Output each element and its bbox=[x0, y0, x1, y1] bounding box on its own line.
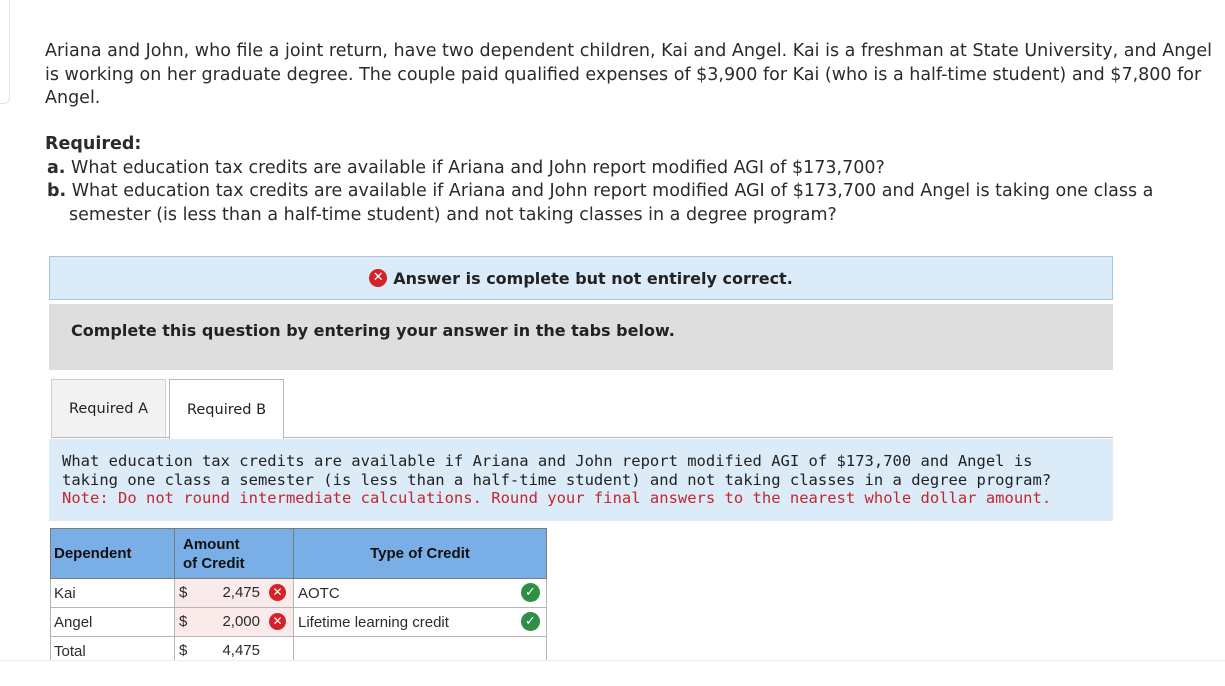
x-circle-icon: ✕ bbox=[369, 269, 388, 287]
question-text: What education tax credits are available… bbox=[62, 452, 1052, 489]
credits-table: Dependent Amount of Credit Type of Credit… bbox=[50, 528, 547, 666]
instructions-text: Complete this question by entering your … bbox=[71, 321, 675, 340]
tab-required-a-label: Required A bbox=[68, 400, 149, 417]
dependent-cell-angel: Angel bbox=[50, 607, 175, 637]
question-note: Note: Do not round intermediate calculat… bbox=[62, 489, 1052, 507]
amount-value-kai: 2,475 bbox=[222, 584, 260, 601]
type-select-kai[interactable]: AOTC ✓ bbox=[293, 578, 547, 608]
type-value-kai: AOTC bbox=[298, 584, 340, 602]
required-heading: Required: bbox=[45, 134, 142, 154]
header-type: Type of Credit bbox=[293, 528, 547, 579]
amount-input-angel[interactable]: $ 2,000 ✕ bbox=[174, 607, 294, 637]
amount-value-angel: 2,000 bbox=[222, 613, 260, 630]
incorrect-icon: ✕ bbox=[269, 613, 286, 630]
incorrect-icon: ✕ bbox=[269, 584, 286, 601]
table-row: Kai $ 2,475 ✕ AOTC ✓ bbox=[50, 578, 547, 608]
currency-symbol: $ bbox=[179, 642, 188, 659]
requirement-b-text: What education tax credits are available… bbox=[66, 181, 1154, 225]
table-header-row: Dependent Amount of Credit Type of Credit bbox=[50, 528, 547, 579]
correct-check-icon: ✓ bbox=[521, 583, 540, 602]
question-text-block: What education tax credits are available… bbox=[62, 452, 1092, 508]
dependent-cell-kai: Kai bbox=[50, 578, 175, 608]
currency-symbol: $ bbox=[179, 584, 188, 601]
header-dependent: Dependent bbox=[50, 528, 175, 579]
total-amount-value: 4,475 bbox=[222, 642, 260, 659]
currency-symbol: $ bbox=[179, 613, 188, 630]
correct-check-icon: ✓ bbox=[521, 612, 540, 631]
requirement-a-label: a. bbox=[47, 158, 66, 178]
requirement-b-label: b. bbox=[47, 181, 67, 201]
left-panel-edge bbox=[0, 0, 10, 104]
answer-status-text: Answer is complete but not entirely corr… bbox=[393, 268, 793, 288]
requirement-b: b. What education tax credits are availa… bbox=[47, 180, 1189, 227]
instructions-panel: Complete this question by entering your … bbox=[49, 304, 1113, 370]
problem-intro: Ariana and John, who file a joint return… bbox=[45, 41, 1213, 108]
tab-required-b-label: Required B bbox=[186, 401, 267, 418]
requirement-a: a. What education tax credits are availa… bbox=[47, 157, 885, 181]
header-amount-line1: Amount bbox=[183, 535, 240, 553]
question-panel: What education tax credits are available… bbox=[49, 439, 1113, 521]
header-amount-line2: of Credit bbox=[183, 554, 245, 572]
bottom-divider bbox=[0, 660, 1225, 686]
type-select-angel[interactable]: Lifetime learning credit ✓ bbox=[293, 607, 547, 637]
table-row: Angel $ 2,000 ✕ Lifetime learning credit… bbox=[50, 607, 547, 637]
tab-required-b[interactable]: Required B bbox=[169, 379, 284, 439]
answer-status-banner: ✕ Answer is complete but not entirely co… bbox=[49, 256, 1113, 300]
amount-input-kai[interactable]: $ 2,475 ✕ bbox=[174, 578, 294, 608]
tab-required-a[interactable]: Required A bbox=[51, 379, 166, 437]
type-value-angel: Lifetime learning credit bbox=[298, 613, 449, 631]
requirement-a-text: What education tax credits are available… bbox=[65, 158, 885, 178]
header-amount: Amount of Credit bbox=[174, 528, 294, 579]
